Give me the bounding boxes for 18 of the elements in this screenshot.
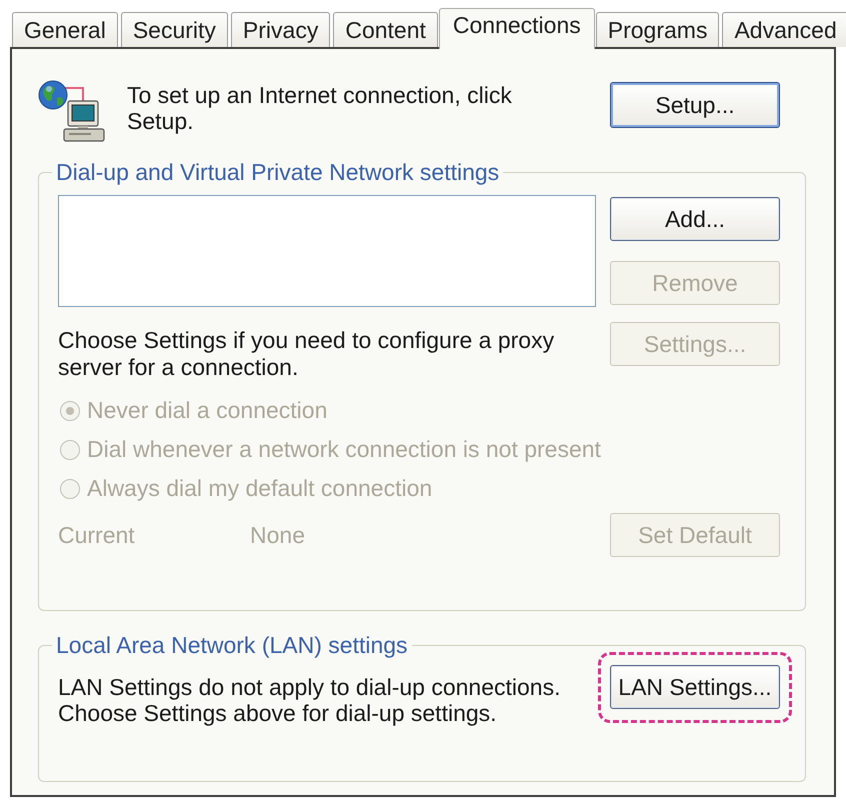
connections-list[interactable] — [58, 195, 596, 307]
tab[interactable]: General — [12, 12, 118, 47]
setup-instructions: To set up an Internet connection, click Setup. — [127, 82, 513, 134]
tab[interactable]: Security — [120, 12, 228, 47]
setup-button[interactable]: Setup... — [610, 82, 780, 128]
tab[interactable]: Advanced — [722, 12, 846, 47]
proxy-description: Choose Settings if you need to configure a proxy server for a connection. — [58, 327, 556, 381]
group-title: Local Area Network (LAN) settings — [55, 632, 409, 658]
add-button[interactable]: Add... — [610, 197, 780, 241]
current-label: Current — [58, 522, 136, 548]
tab[interactable]: Content — [333, 12, 438, 47]
tab[interactable]: Privacy — [230, 12, 330, 47]
group-title: Dial-up and Virtual Private Network settings — [55, 159, 500, 185]
lan-settings-button[interactable]: LAN Settings... — [610, 665, 780, 709]
lan-description: LAN Settings do not apply to dial-up connections. Choose Settings above for dial-up settings. — [58, 674, 562, 726]
tab[interactable]: Programs — [596, 12, 720, 47]
tab[interactable]: Connections — [438, 8, 595, 49]
current-value: None — [250, 522, 305, 548]
